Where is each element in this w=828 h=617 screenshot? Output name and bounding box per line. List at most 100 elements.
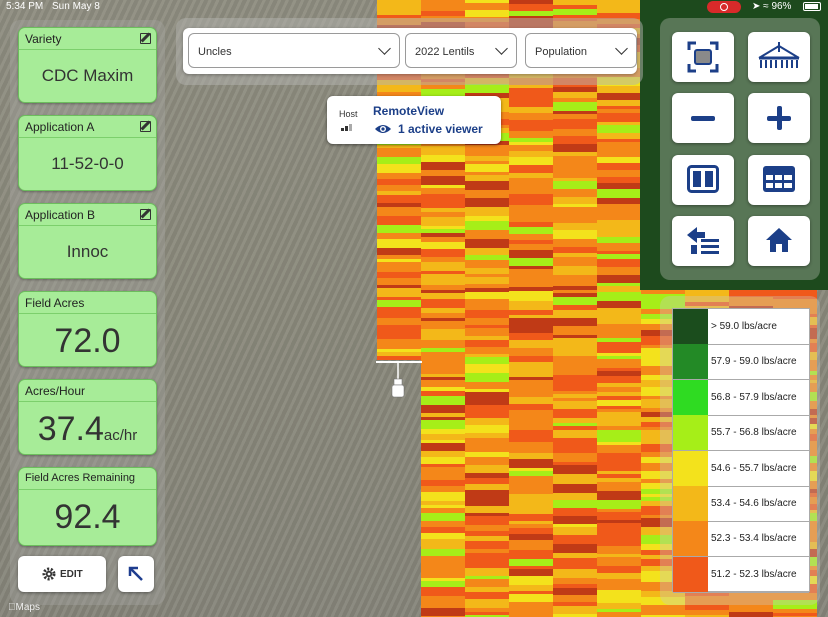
field-acres-value: 72.0 <box>54 322 121 360</box>
legend-range-label: > 59.0 lbs/acre <box>711 321 777 332</box>
implement-icon <box>758 42 800 68</box>
legend-range-label: 56.8 - 57.9 lbs/acre <box>711 391 797 403</box>
layers-swap-button[interactable] <box>672 216 734 266</box>
gear-icon <box>42 567 56 581</box>
acres-per-hour-unit: ac/hr <box>103 427 138 444</box>
edit-icon[interactable] <box>140 209 151 220</box>
legend-swatch <box>673 379 708 415</box>
split-view-icon <box>687 165 719 193</box>
legend-row: 51.2 - 52.3 lbs/acre <box>673 556 809 593</box>
chevron-down-icon <box>378 42 391 55</box>
legend-row: 56.8 - 57.9 lbs/acre <box>673 379 809 416</box>
zoom-in-button[interactable] <box>748 93 810 143</box>
table-view-icon <box>763 166 795 192</box>
farm-dropdown-value: Uncles <box>198 46 232 58</box>
legend-swatch <box>673 556 708 592</box>
edit-icon[interactable] <box>140 33 151 44</box>
focus-frame-button[interactable] <box>672 32 734 82</box>
coverage-pass <box>553 0 597 617</box>
home-icon <box>766 228 792 252</box>
season-dropdown-value: 2022 Lentils <box>415 46 475 58</box>
expand-panel-button[interactable] <box>118 556 154 592</box>
card-label: Field Acres Remaining <box>19 468 156 490</box>
legend-swatch <box>673 344 708 380</box>
application-a-card[interactable]: Application A 11-52-0-0 <box>18 115 157 191</box>
table-view-button[interactable] <box>748 155 810 205</box>
screen-record-indicator[interactable] <box>707 1 741 13</box>
signal-icon <box>341 124 352 131</box>
edit-button-label: EDIT <box>60 569 83 580</box>
card-label: Acres/Hour <box>19 380 156 402</box>
chevron-down-icon <box>615 42 628 55</box>
status-battery-text: ➤ ≈ 96% <box>752 1 792 12</box>
field-acres-remaining-card: Field Acres Remaining 92.4 <box>18 467 157 546</box>
implement-marker-icon <box>391 363 405 399</box>
chevron-down-icon <box>495 42 508 55</box>
farm-dropdown[interactable]: Uncles <box>188 33 400 68</box>
layer-dropdown[interactable]: Population <box>525 33 637 68</box>
zoom-out-icon <box>691 116 715 121</box>
legend-swatch <box>673 521 708 557</box>
field-acres-card: Field Acres 72.0 <box>18 291 157 367</box>
edit-icon[interactable] <box>140 121 151 132</box>
legend-range-label: 53.4 - 54.6 lbs/acre <box>711 498 797 509</box>
arrow-up-left-icon <box>128 566 143 581</box>
legend-row: > 59.0 lbs/acre <box>673 309 809 345</box>
legend-swatch <box>673 450 708 486</box>
layer-dropdown-value: Population <box>535 46 587 58</box>
legend-swatch <box>673 415 708 451</box>
field-info-panel: Variety CDC Maxim Application A 11-52-0-… <box>10 20 165 605</box>
zoom-in-icon <box>767 106 791 130</box>
card-label: Application B <box>19 204 156 226</box>
legend-row: 53.4 - 54.6 lbs/acre <box>673 486 809 522</box>
coverage-pass <box>465 0 509 617</box>
status-time: 5:34 PM <box>6 1 44 12</box>
card-label: Application A <box>19 116 156 138</box>
legend-range-label: 51.2 - 52.3 lbs/acre <box>711 568 797 580</box>
legend-panel: > 59.0 lbs/acre 57.9 - 59.0 lbs/acre 56.8 … <box>660 296 820 605</box>
legend-row: 54.6 - 55.7 lbs/acre <box>673 450 809 487</box>
viewer-count: 1 active viewer <box>398 122 483 136</box>
legend-swatch <box>673 309 708 344</box>
legend-swatch <box>673 486 708 521</box>
variety-card[interactable]: Variety CDC Maxim <box>18 27 157 103</box>
host-label: Host <box>339 109 358 119</box>
layers-swap-icon <box>687 227 719 254</box>
legend-row: 55.7 - 56.8 lbs/acre <box>673 415 809 452</box>
field-acres-remaining-value: 92.4 <box>54 498 121 536</box>
home-button[interactable] <box>748 216 810 266</box>
implement-bar <box>376 361 422 363</box>
edit-button[interactable]: EDIT <box>18 556 106 592</box>
status-bar: 5:34 PM Sun May 8 ➤ ≈ 96% <box>0 0 828 14</box>
legend-range-label: 52.3 - 53.4 lbs/acre <box>711 533 797 545</box>
legend-row: 57.9 - 59.0 lbs/acre <box>673 344 809 381</box>
focus-frame-icon <box>687 41 719 73</box>
card-label: Variety <box>19 28 156 50</box>
legend-row: 52.3 - 53.4 lbs/acre <box>673 521 809 558</box>
application-a-value: 11-52-0-0 <box>51 154 124 173</box>
maps-attribution: Maps <box>8 602 40 613</box>
remoteview-badge[interactable]: Host RemoteView 1 active viewer <box>327 96 501 144</box>
implement-button[interactable] <box>748 32 810 82</box>
remoteview-title: RemoteView <box>373 104 445 118</box>
card-label: Field Acres <box>19 292 156 314</box>
eye-icon <box>375 125 391 133</box>
season-dropdown[interactable]: 2022 Lentils <box>405 33 517 68</box>
coverage-pass <box>421 0 465 617</box>
selector-bar: Uncles 2022 Lentils Population <box>176 18 643 85</box>
coverage-pass <box>597 0 641 617</box>
acres-per-hour-card: Acres/Hour 37.4ac/hr <box>18 379 157 455</box>
status-date: Sun May 8 <box>52 1 100 12</box>
application-b-value: Innoc <box>66 242 109 261</box>
legend-range-label: 54.6 - 55.7 lbs/acre <box>711 462 797 474</box>
legend-range-label: 55.7 - 56.8 lbs/acre <box>711 427 797 439</box>
acres-per-hour-value: 37.4 <box>37 410 104 448</box>
zoom-out-button[interactable] <box>672 93 734 143</box>
selector-container: Uncles 2022 Lentils Population <box>183 28 637 74</box>
split-view-button[interactable] <box>672 155 734 205</box>
application-b-card[interactable]: Application B Innoc <box>18 203 157 279</box>
map-tools-panel <box>660 18 820 280</box>
legend-range-label: 57.9 - 59.0 lbs/acre <box>711 356 797 368</box>
battery-icon <box>803 2 821 11</box>
variety-value: CDC Maxim <box>41 66 134 85</box>
